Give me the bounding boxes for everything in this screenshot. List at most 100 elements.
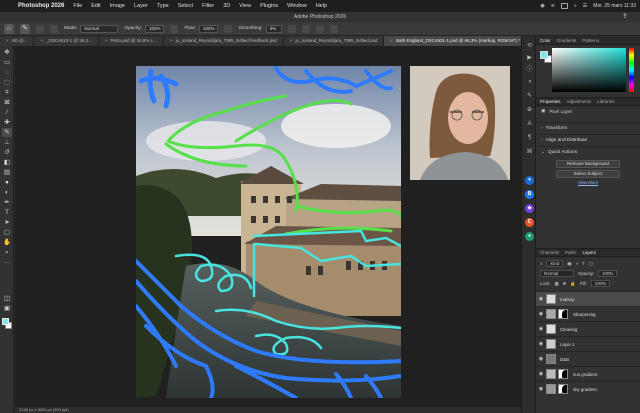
control-center-icon[interactable]: ☰ <box>583 3 587 9</box>
tab-doc-active[interactable]: × Bath England_DSC4931-1.psd @ 66,3% (mar… <box>384 36 527 46</box>
search-icon[interactable]: ⌕ <box>574 3 577 9</box>
menu-select[interactable]: Select <box>178 3 193 9</box>
smoothing-input[interactable]: 0% <box>265 24 282 33</box>
screenrecord-icon[interactable]: ◉ <box>540 3 544 9</box>
menu-plugins[interactable]: Plugins <box>260 3 278 9</box>
close-icon[interactable]: × <box>6 38 9 43</box>
paragraph-icon[interactable]: ¶ <box>525 134 534 143</box>
play-icon[interactable]: ▶ <box>525 54 534 63</box>
section-align[interactable]: › Align and Distribute <box>536 134 640 146</box>
brushes-icon[interactable]: ✎ <box>525 92 534 101</box>
wifi-icon[interactable]: ≋ <box>551 3 555 9</box>
eye-icon[interactable]: ◉ <box>536 296 546 302</box>
close-icon[interactable]: × <box>390 38 393 43</box>
hand-tool-icon[interactable]: ✋ <box>2 238 12 247</box>
lock-all-icon[interactable]: 🔒 <box>570 281 575 287</box>
remove-background-button[interactable]: Remove Background <box>556 160 620 168</box>
menu-type[interactable]: Type <box>157 3 169 9</box>
menu-help[interactable]: Help <box>316 3 327 9</box>
menu-3d[interactable]: 3D <box>223 3 230 9</box>
eye-icon[interactable]: ◉ <box>536 326 546 332</box>
clock-text[interactable]: Mer. 25 mars 11:33 <box>593 3 636 9</box>
layer-row-sky-gradient[interactable]: ◉ sky gradient <box>536 381 640 396</box>
lock-position-icon[interactable]: ✥ <box>563 281 567 287</box>
info-icon[interactable]: ⓘ <box>525 66 534 75</box>
eye-icon[interactable]: ◉ <box>536 371 546 377</box>
tab-channels[interactable]: Channels <box>540 250 559 255</box>
filter-pixel-icon[interactable]: ▣ <box>567 261 571 267</box>
app-name-menu[interactable]: Photoshop 2026 <box>18 3 64 9</box>
pen-tool-icon[interactable]: ✒ <box>2 198 12 207</box>
apple-icon[interactable] <box>4 2 12 10</box>
menu-window[interactable]: Window <box>287 3 307 9</box>
layer-row-markup[interactable]: ◉ markup <box>536 291 640 306</box>
eye-icon[interactable]: ◉ <box>536 386 546 392</box>
lock-pixels-icon[interactable]: ▦ <box>555 281 559 287</box>
pressure-size-icon[interactable] <box>315 24 324 33</box>
filter-type-icon[interactable]: T <box>582 261 585 266</box>
rectangle-tool-icon[interactable]: ▢ <box>2 228 12 237</box>
mode-select[interactable]: Normal <box>80 24 119 33</box>
brush-panel-icon[interactable] <box>50 24 58 33</box>
healing-brush-tool-icon[interactable]: ✚ <box>2 118 12 127</box>
close-icon[interactable]: × <box>170 38 173 43</box>
dodge-tool-icon[interactable]: ◐ <box>2 188 12 197</box>
menu-image[interactable]: Image <box>110 3 125 9</box>
history-brush-tool-icon[interactable]: ↺ <box>2 148 12 157</box>
tab-doc-1[interactable]: × rsb @... <box>0 36 35 46</box>
airbrush-icon[interactable] <box>224 24 233 33</box>
clone-stamp-tool-icon[interactable]: ⊥ <box>2 138 12 147</box>
screen-mode-icon[interactable]: ▣ <box>2 304 12 313</box>
layer-opacity-input[interactable]: 100% <box>598 270 618 277</box>
menu-edit[interactable]: Edit <box>91 3 100 9</box>
color-picker-field[interactable] <box>552 48 626 92</box>
angle-icon[interactable] <box>301 24 310 33</box>
crop-tool-icon[interactable]: ⌗ <box>2 88 12 97</box>
pressure-opacity-icon[interactable] <box>170 24 179 33</box>
tab-gradients[interactable]: Gradients <box>557 38 577 43</box>
battery-icon[interactable] <box>560 3 568 9</box>
eye-icon[interactable]: ◉ <box>536 311 546 317</box>
foreground-color-swatch[interactable] <box>2 318 9 325</box>
plugin-green-icon[interactable]: ● <box>525 232 534 241</box>
section-quick-actions[interactable]: ⌄ Quick Actions <box>536 146 640 158</box>
layer-row-cleaning[interactable]: ◉ Cleaning <box>536 321 640 336</box>
tab-color[interactable]: Color <box>540 38 551 43</box>
tab-patterns[interactable]: Patterns <box>582 38 599 43</box>
layer-row-sun-gradient[interactable]: ◉ sun gradient <box>536 366 640 381</box>
behance-icon[interactable]: B <box>525 190 534 199</box>
more-tools-icon[interactable]: ··· <box>2 258 12 267</box>
tab-paths[interactable]: Paths <box>565 250 577 255</box>
adjustments-icon[interactable]: ◑ <box>525 78 534 87</box>
layer-mask-thumbnail[interactable] <box>558 309 568 319</box>
quick-mask-icon[interactable]: ◫ <box>2 294 12 303</box>
color-fg-swatch[interactable] <box>540 51 548 59</box>
layer-mask-thumbnail[interactable] <box>558 369 568 379</box>
document-canvas[interactable] <box>136 66 401 398</box>
type-tool-icon[interactable]: T <box>2 208 12 217</box>
eye-icon[interactable]: ◉ <box>536 356 546 362</box>
tab-doc-5[interactable]: × jo_Iceland_Reynisfjara_7985_Edited.psd <box>283 36 385 46</box>
object-select-tool-icon[interactable]: ⬚ <box>2 78 12 87</box>
eyedropper-tool-icon[interactable]: ⁄ <box>2 108 12 117</box>
home-icon[interactable]: ⌂ <box>4 23 14 34</box>
symmetry-icon[interactable] <box>329 24 338 33</box>
menu-file[interactable]: File <box>73 3 82 9</box>
glyphs-icon[interactable]: ⌘ <box>525 148 534 157</box>
flow-input[interactable]: 100% <box>198 24 219 33</box>
opacity-input[interactable]: 100% <box>144 24 165 33</box>
move-tool-icon[interactable]: ✥ <box>2 48 12 57</box>
tab-properties[interactable]: Properties <box>540 99 561 104</box>
plugin-blue-icon[interactable]: ✦ <box>525 176 534 185</box>
menu-view[interactable]: View <box>239 3 251 9</box>
view-more-link[interactable]: View More <box>536 180 640 185</box>
path-select-tool-icon[interactable]: ➤ <box>2 218 12 227</box>
brush-tool-preset-icon[interactable]: ✎ <box>20 23 30 34</box>
eraser-tool-icon[interactable]: ◧ <box>2 158 12 167</box>
share-icon[interactable]: ⇪ <box>622 13 628 21</box>
menu-filter[interactable]: Filter <box>202 3 214 9</box>
brush-tool-icon[interactable]: ✎ <box>2 128 12 137</box>
layer-row-sharpening[interactable]: ◉ Sharpening <box>536 306 640 321</box>
layer-row-layer-1[interactable]: ◉ Layer 1 <box>536 336 640 351</box>
gradient-tool-icon[interactable]: ▤ <box>2 168 12 177</box>
